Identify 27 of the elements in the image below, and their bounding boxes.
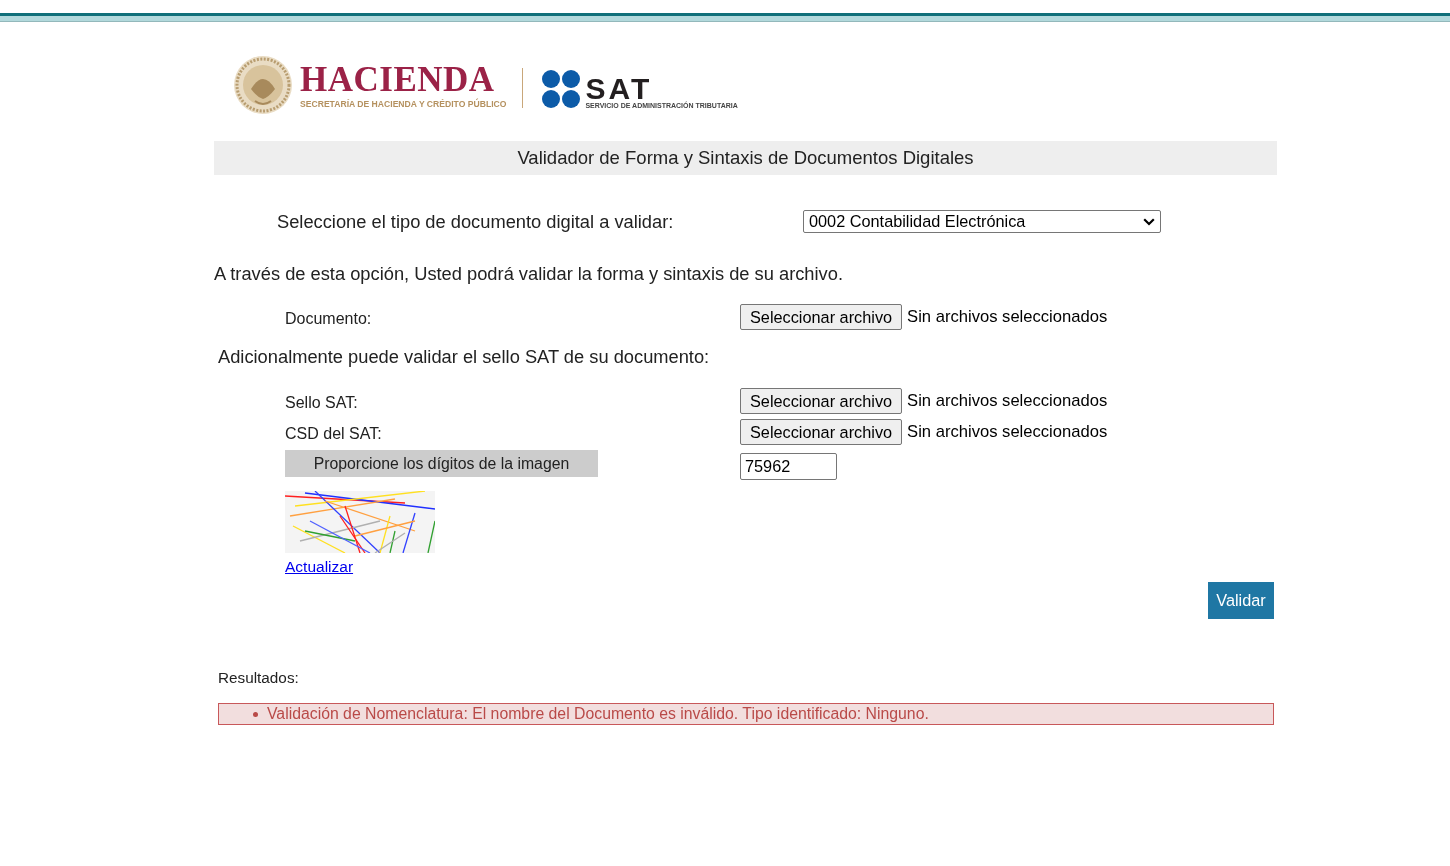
results-label: Resultados: (218, 669, 299, 687)
bullet-icon (253, 711, 258, 717)
document-type-select[interactable]: 0002 Contabilidad Electrónica (803, 210, 1161, 233)
refresh-link[interactable]: Actualizar (285, 558, 354, 575)
file-status: Sin archivos seleccionados (907, 307, 1108, 327)
validate-button[interactable]: Validar (1208, 582, 1274, 619)
captcha-prompt: Proporcione los dígitos de la imagen (285, 450, 598, 477)
choose-file-button[interactable]: Seleccionar archivo (740, 419, 903, 445)
error-message: Validación de Nomenclatura: El nombre del Documento es inválido. Tipo identificado: Ninguno. (267, 705, 929, 723)
hacienda-logo-subtitle: SECRETARÍA DE HACIENDA Y CRÉDITO PÚBLICO (300, 98, 507, 110)
document-type-label: Seleccione el tipo de documento digital a validar: (277, 210, 675, 233)
captcha-input[interactable]: 75962 (740, 453, 837, 480)
choose-file-button[interactable]: Seleccionar archivo (740, 388, 903, 414)
coat-of-arms-icon (233, 55, 293, 115)
field-label: Sello SAT: (285, 393, 359, 413)
field-label: CSD del SAT: (285, 424, 383, 444)
file-status: Sin archivos seleccionados (907, 391, 1108, 411)
sat-logo-text: SAT (585, 75, 653, 101)
choose-file-button[interactable]: Seleccionar archivo (740, 304, 903, 330)
chevron-down-icon (1143, 217, 1155, 226)
hacienda-logo-text: HACIENDA (300, 64, 495, 96)
file-status: Sin archivos seleccionados (907, 422, 1108, 442)
four-dots-icon (542, 70, 581, 108)
field-label: Documento: (285, 309, 373, 329)
page-title: Validador de Forma y Sintaxis de Documentos Digitales (214, 141, 1277, 175)
section-intro: Adicionalmente puede validar el sello SAT de su documento: (217, 345, 710, 369)
section-intro: A través de esta opción, Usted podrá validar la forma y sintaxis de su archivo. (214, 262, 844, 286)
